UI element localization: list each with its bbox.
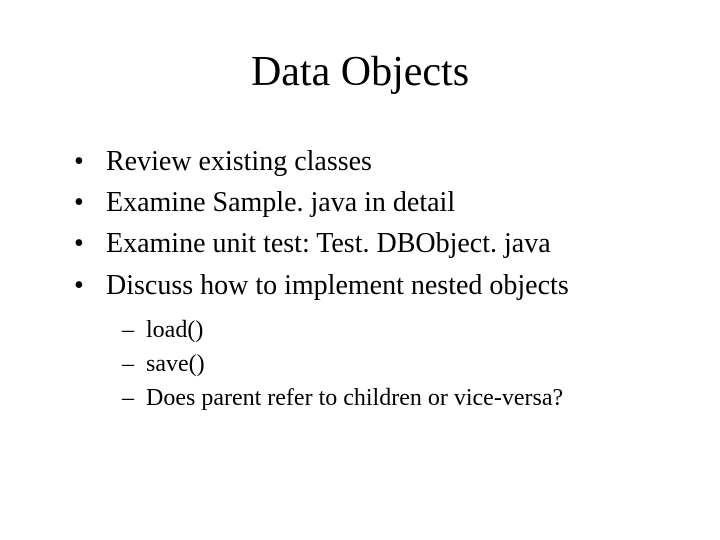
bullet-item: • Discuss how to implement nested object… xyxy=(74,266,660,305)
bullet-item: • Examine Sample. java in detail xyxy=(74,183,660,222)
sub-item: – load() xyxy=(122,313,660,347)
bullet-item: • Review existing classes xyxy=(74,142,660,181)
sub-text: Does parent refer to children or vice-ve… xyxy=(146,381,660,415)
bullet-marker: • xyxy=(74,142,106,181)
main-bullet-list: • Review existing classes • Examine Samp… xyxy=(74,142,660,305)
sub-text: load() xyxy=(146,313,660,347)
sub-item: – Does parent refer to children or vice-… xyxy=(122,381,660,415)
bullet-text: Discuss how to implement nested objects xyxy=(106,266,660,305)
bullet-text: Examine unit test: Test. DBObject. java xyxy=(106,224,660,263)
dash-marker: – xyxy=(122,381,146,415)
dash-marker: – xyxy=(122,313,146,347)
bullet-text: Examine Sample. java in detail xyxy=(106,183,660,222)
bullet-marker: • xyxy=(74,224,106,263)
bullet-text: Review existing classes xyxy=(106,142,660,181)
sub-item: – save() xyxy=(122,347,660,381)
bullet-marker: • xyxy=(74,183,106,222)
slide-title: Data Objects xyxy=(60,48,660,96)
bullet-item: • Examine unit test: Test. DBObject. jav… xyxy=(74,224,660,263)
sub-text: save() xyxy=(146,347,660,381)
dash-marker: – xyxy=(122,347,146,381)
sub-bullet-list: – load() – save() – Does parent refer to… xyxy=(122,313,660,415)
bullet-marker: • xyxy=(74,266,106,305)
